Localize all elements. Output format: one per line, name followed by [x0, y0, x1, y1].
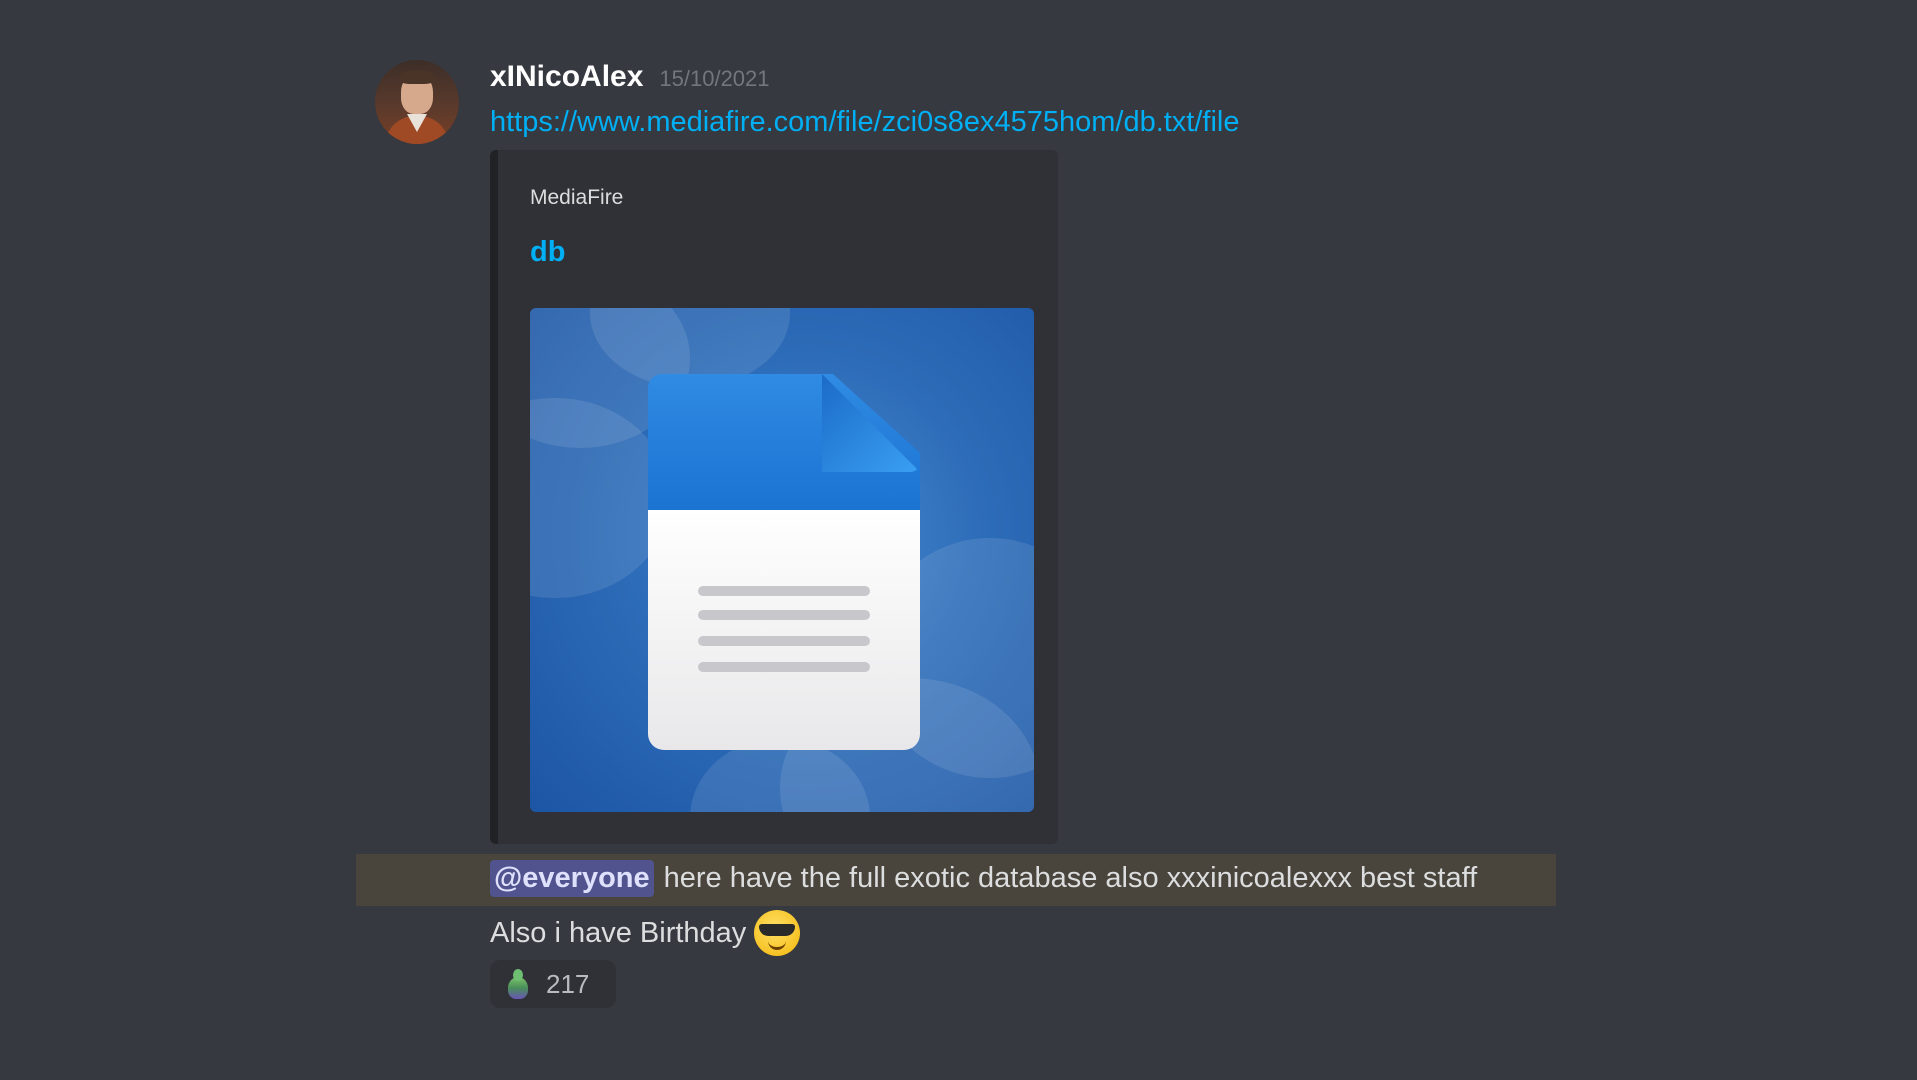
birthday-message: Also i have Birthday: [490, 910, 801, 956]
embed-provider[interactable]: MediaFire: [530, 186, 623, 210]
text-file-icon: [648, 374, 920, 750]
chat-panel: xINicoAlex 15/10/2021 https://www.mediaf…: [0, 0, 1917, 1080]
link-embed: MediaFire db: [490, 150, 1058, 844]
mention-message-text: here have the full exotic database also …: [663, 862, 1478, 894]
mention-message-row: @everyone here have the full exotic data…: [356, 854, 1556, 906]
message-header: xINicoAlex 15/10/2021: [490, 60, 770, 94]
mention-message: @everyone here have the full exotic data…: [490, 860, 1477, 897]
username[interactable]: xINicoAlex: [490, 60, 643, 94]
doc-body: [648, 510, 920, 750]
doc-fold: [822, 374, 920, 472]
embed-image[interactable]: [530, 308, 1034, 812]
doc-line: [698, 586, 870, 596]
message-timestamp[interactable]: 15/10/2021: [659, 66, 769, 92]
doc-line: [698, 662, 870, 672]
doc-line: [698, 610, 870, 620]
everyone-mention[interactable]: @everyone: [490, 860, 654, 897]
reaction-count: 217: [546, 968, 590, 999]
reaction-button[interactable]: 217: [490, 960, 616, 1008]
mediafire-link[interactable]: https://www.mediafire.com/file/zci0s8ex4…: [490, 106, 1240, 139]
sunglasses-shape: [759, 924, 796, 936]
doc-line: [698, 636, 870, 646]
sunglasses-emoji-icon[interactable]: [754, 910, 801, 956]
user-avatar[interactable]: [375, 60, 459, 144]
pepe-emoji-icon: [506, 969, 530, 999]
smile-shape: [768, 939, 787, 950]
embed-title[interactable]: db: [530, 236, 565, 269]
avatar-hair: [399, 70, 435, 84]
birthday-message-text: Also i have Birthday: [490, 916, 747, 949]
emoji-head: [513, 969, 523, 981]
